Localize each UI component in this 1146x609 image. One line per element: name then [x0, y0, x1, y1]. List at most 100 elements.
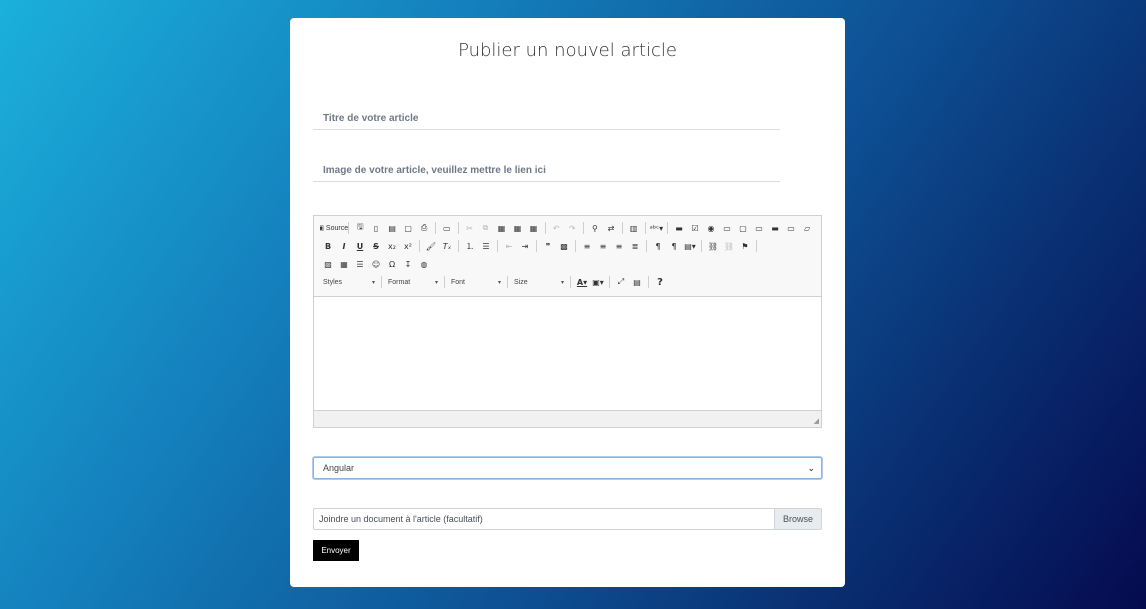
- print-icon[interactable]: ⎙: [416, 220, 432, 236]
- document-icon[interactable]: ▭: [439, 220, 455, 236]
- toolbar-separator: [701, 240, 702, 252]
- radio-icon[interactable]: ◉: [703, 220, 719, 236]
- unlink-icon[interactable]: ⛓: [721, 238, 737, 254]
- paste-word-icon[interactable]: ▦: [526, 220, 542, 236]
- button-icon[interactable]: ▬: [767, 220, 783, 236]
- justify-icon[interactable]: ≣: [627, 238, 643, 254]
- toolbar-separator: [583, 222, 584, 234]
- redo-icon[interactable]: ↷: [564, 220, 580, 236]
- toolbar-separator: [419, 240, 420, 252]
- file-upload-input[interactable]: Joindre un document à l'article (faculta…: [313, 508, 822, 530]
- save-icon[interactable]: 🖫: [352, 220, 368, 236]
- smiley-icon[interactable]: ☺: [368, 256, 384, 272]
- templates-icon[interactable]: ▤: [384, 220, 400, 236]
- copyformat-icon[interactable]: 🖌: [423, 238, 439, 254]
- align-right-icon[interactable]: ≡: [611, 238, 627, 254]
- editor-content-area[interactable]: [314, 297, 821, 411]
- toolbar-separator: [497, 240, 498, 252]
- spellcheck-icon[interactable]: ᵃᵇᶜ▾: [648, 220, 664, 236]
- anchor-icon[interactable]: ⚑: [737, 238, 753, 254]
- bold-icon[interactable]: B: [320, 238, 336, 254]
- bulleted-list-icon[interactable]: ☰: [478, 238, 494, 254]
- cut-icon[interactable]: ✂: [462, 220, 478, 236]
- editor-status-bar: ◢: [314, 410, 821, 427]
- preview-icon[interactable]: ▢: [400, 220, 416, 236]
- blockquote-icon[interactable]: ❞: [540, 238, 556, 254]
- table-icon[interactable]: ▦: [336, 256, 352, 272]
- toolbar-separator: [621, 222, 623, 234]
- maximize-icon[interactable]: ⤢: [613, 274, 629, 290]
- toolbar-separator: [570, 276, 571, 288]
- showblocks-icon[interactable]: ▤: [629, 274, 645, 290]
- hiddenfield-icon[interactable]: ▱: [799, 220, 815, 236]
- italic-icon[interactable]: I: [336, 238, 352, 254]
- toolbar-separator: [648, 276, 649, 288]
- toolbar-separator: [756, 240, 757, 252]
- removeformat-icon[interactable]: Tₓ: [439, 238, 455, 254]
- paste-text-icon[interactable]: ▦: [510, 220, 526, 236]
- copy-icon[interactable]: ⧉: [478, 220, 494, 236]
- chevron-down-icon: ▾: [371, 279, 375, 286]
- chevron-down-icon: ▾: [560, 279, 564, 286]
- ltr-icon[interactable]: ¶: [650, 238, 666, 254]
- paste-icon[interactable]: ▦: [494, 220, 510, 236]
- textarea-icon[interactable]: ▢: [735, 220, 751, 236]
- select-all-icon[interactable]: ▥: [626, 220, 642, 236]
- specialchar-icon[interactable]: Ω: [384, 256, 400, 272]
- undo-icon[interactable]: ↶: [548, 220, 564, 236]
- toolbar-row-1: ▣ Source 🖫 ▯ ▤ ▢ ⎙ ▭ ✂ ⧉ ▦ ▦ ▦ ↶ ↷ ⚲ ⇄ ▥…: [320, 219, 815, 237]
- align-left-icon[interactable]: ≡: [579, 238, 595, 254]
- page-title: Publier un nouvel article: [458, 40, 677, 61]
- category-select[interactable]: Angular ⌄: [313, 457, 822, 479]
- creatediv-icon[interactable]: ▩: [556, 238, 572, 254]
- chevron-down-icon: ▾: [497, 279, 501, 286]
- submit-button[interactable]: Envoyer: [313, 540, 359, 561]
- toolbar-row-3: ▨ ▦ ☰ ☺ Ω ↧ ◍: [320, 255, 815, 273]
- browse-button[interactable]: Browse: [774, 509, 821, 529]
- resize-handle-icon[interactable]: ◢: [814, 417, 819, 425]
- link-icon[interactable]: ⛓: [705, 238, 721, 254]
- checkbox-icon[interactable]: ☑: [687, 220, 703, 236]
- format-combo[interactable]: Format ▾: [385, 275, 441, 289]
- source-label: Source: [325, 224, 349, 232]
- font-combo[interactable]: Font ▾: [448, 275, 504, 289]
- toolbar-separator: [644, 222, 646, 234]
- toolbar-row-4: Styles ▾ Format ▾ Font ▾ Size ▾ A▾ ▣▾ ⤢ ▤ ?: [320, 273, 815, 291]
- superscript-icon[interactable]: x²: [400, 238, 416, 254]
- strike-icon[interactable]: S: [368, 238, 384, 254]
- hr-icon[interactable]: ☰: [352, 256, 368, 272]
- help-icon[interactable]: ?: [652, 274, 668, 290]
- replace-icon[interactable]: ⇄: [603, 220, 619, 236]
- language-icon[interactable]: ▤▾: [682, 238, 698, 254]
- rich-text-editor: ▣ Source 🖫 ▯ ▤ ▢ ⎙ ▭ ✂ ⧉ ▦ ▦ ▦ ↶ ↷ ⚲ ⇄ ▥…: [313, 215, 822, 428]
- toolbar-separator: [458, 240, 459, 252]
- bg-color-icon[interactable]: ▣▾: [590, 274, 606, 290]
- pagebreak-icon[interactable]: ↧: [400, 256, 416, 272]
- indent-icon[interactable]: ⇥: [517, 238, 533, 254]
- toolbar-separator: [457, 222, 459, 234]
- chevron-down-icon: ⌄: [807, 462, 815, 473]
- subscript-icon[interactable]: x₂: [384, 238, 400, 254]
- textfield-icon[interactable]: ▭: [719, 220, 735, 236]
- rtl-icon[interactable]: ¶: [666, 238, 682, 254]
- toolbar-separator: [444, 276, 445, 288]
- text-color-icon[interactable]: A▾: [574, 274, 590, 290]
- select-icon[interactable]: ▭: [751, 220, 767, 236]
- article-image-url-input[interactable]: [313, 160, 780, 182]
- find-icon[interactable]: ⚲: [587, 220, 603, 236]
- source-button[interactable]: ▣ Source: [320, 220, 349, 236]
- numbered-list-icon[interactable]: ⒈: [462, 238, 478, 254]
- outdent-icon[interactable]: ⇤: [501, 238, 517, 254]
- form-icon[interactable]: ▬: [671, 220, 687, 236]
- size-combo[interactable]: Size ▾: [511, 275, 567, 289]
- iframe-icon[interactable]: ◍: [416, 256, 432, 272]
- align-center-icon[interactable]: ≡: [595, 238, 611, 254]
- article-title-input[interactable]: [313, 108, 780, 130]
- new-page-icon[interactable]: ▯: [368, 220, 384, 236]
- imagebutton-icon[interactable]: ▭: [783, 220, 799, 236]
- underline-icon[interactable]: U: [352, 238, 368, 254]
- styles-combo[interactable]: Styles ▾: [320, 275, 378, 289]
- image-icon[interactable]: ▨: [320, 256, 336, 272]
- toolbar-separator: [348, 222, 350, 234]
- toolbar-row-2: B I U S x₂ x² 🖌 Tₓ ⒈ ☰ ⇤ ⇥ ❞ ▩ ≡ ≡ ≡ ≣ ¶…: [320, 237, 815, 255]
